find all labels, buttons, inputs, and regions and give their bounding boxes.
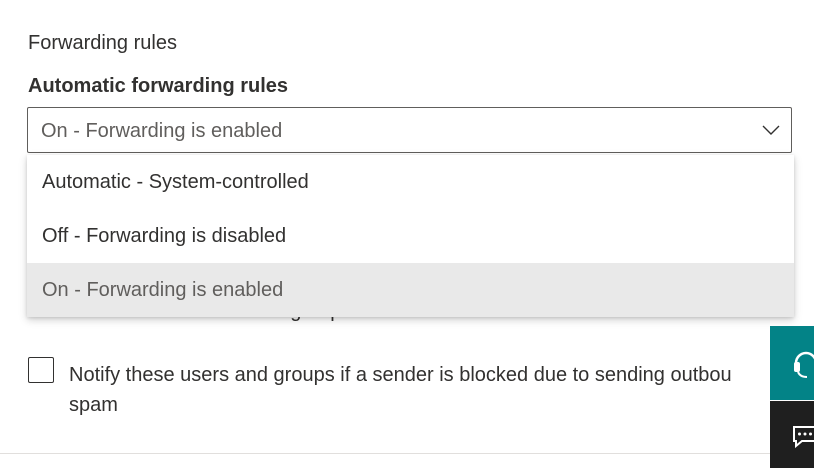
option-on[interactable]: On - Forwarding is enabled: [27, 263, 794, 317]
option-label: On - Forwarding is enabled: [42, 279, 284, 301]
dropdown-listbox: Automatic - System-controlled Off - Forw…: [27, 155, 794, 317]
option-off[interactable]: Off - Forwarding is disabled: [27, 209, 794, 263]
dropdown-selected-value: On - Forwarding is enabled: [41, 120, 283, 142]
divider: [0, 453, 770, 454]
headset-icon: [794, 351, 814, 378]
notify-checkbox[interactable]: [28, 357, 54, 383]
option-label: Automatic - System-controlled: [42, 171, 309, 193]
notify-checkbox-label: Notify these users and groups if a sende…: [69, 360, 769, 420]
feedback-button[interactable]: [770, 401, 814, 468]
page: Forwarding rules Automatic forwarding ru…: [0, 0, 814, 468]
notify-label-line2: spam: [69, 394, 118, 416]
notify-label-line1: Notify these users and groups if a sende…: [69, 364, 732, 386]
forwarding-rules-label: Automatic forwarding rules: [28, 75, 289, 97]
chevron-down-icon: [762, 125, 780, 135]
option-label: Off - Forwarding is disabled: [42, 225, 287, 247]
section-title: Forwarding rules: [28, 32, 177, 54]
help-button[interactable]: [770, 326, 814, 400]
chat-feedback-icon: [793, 426, 814, 449]
forwarding-rules-dropdown[interactable]: On - Forwarding is enabled: [27, 107, 792, 153]
option-automatic[interactable]: Automatic - System-controlled: [27, 155, 794, 209]
